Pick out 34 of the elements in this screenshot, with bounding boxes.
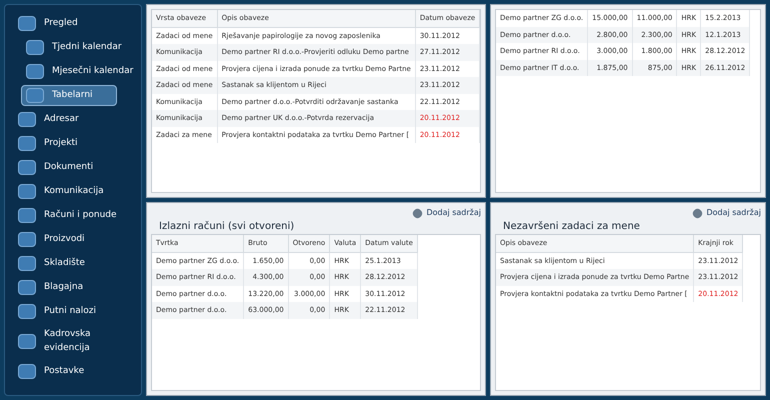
module-icon <box>18 334 36 349</box>
add-content-button[interactable]: Dodaj sadržaj <box>693 207 761 219</box>
module-icon <box>18 136 36 151</box>
sidebar-item[interactable]: Mjesečni kalendar <box>21 61 141 82</box>
sidebar-item[interactable]: Proizvodi <box>13 229 141 250</box>
sidebar-item[interactable]: Putni nalozi <box>13 301 141 322</box>
module-icon <box>18 280 36 295</box>
sidebar-item[interactable]: Postavke <box>13 361 141 382</box>
module-icon <box>18 16 36 31</box>
module-icon <box>26 88 44 103</box>
module-icon <box>18 184 36 199</box>
sidebar-item[interactable]: Tjedni kalendar <box>21 37 141 58</box>
sidebar-item[interactable]: Dokumenti <box>13 157 141 178</box>
module-icon <box>18 112 36 127</box>
sidebar-item[interactable]: Tabelarni <box>21 85 117 106</box>
sidebar-item[interactable]: Komunikacija <box>13 181 141 202</box>
sidebar-item[interactable]: Kadrovska evidencija <box>13 325 141 358</box>
module-icon <box>26 64 44 79</box>
module-icon <box>18 256 36 271</box>
sidebar-item[interactable]: Pregled <box>13 13 141 34</box>
add-content-button[interactable]: Dodaj sadržaj <box>413 207 481 219</box>
module-icon <box>18 364 36 379</box>
module-icon <box>18 304 36 319</box>
panel-title: Nezavršeni zadaci za mene <box>503 220 641 234</box>
panel-title: Izlazni računi (svi otvoreni) <box>159 220 296 234</box>
sidebar-item[interactable]: Blagajna <box>13 277 141 298</box>
module-icon <box>18 208 36 223</box>
sidebar-item[interactable]: Skladište <box>13 253 141 274</box>
module-icon <box>26 40 44 55</box>
module-icon <box>18 160 36 175</box>
module-icon <box>18 232 36 247</box>
sidebar-item[interactable]: Računi i ponude <box>13 205 141 226</box>
sidebar-item[interactable]: Projekti <box>13 133 141 154</box>
sidebar-item[interactable]: Adresar <box>13 109 141 130</box>
